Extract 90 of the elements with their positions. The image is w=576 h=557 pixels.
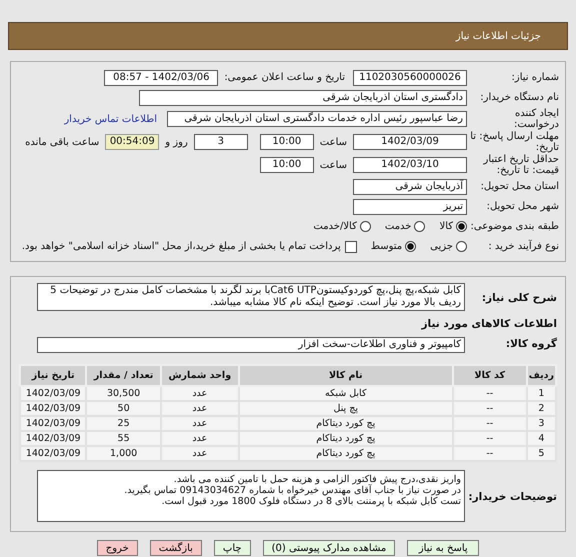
radio-button[interactable] — [456, 221, 467, 232]
column-header: تعداد / مقدار — [86, 365, 161, 386]
action-button[interactable]: بازگشت — [150, 540, 202, 556]
time-label: ساعت — [320, 160, 347, 170]
action-button[interactable]: چاپ — [214, 540, 251, 556]
table-cell: 4 — [526, 431, 556, 446]
table-cell: -- — [452, 446, 527, 461]
days-label: روز و — [165, 136, 188, 148]
action-button[interactable]: خروج — [96, 540, 138, 556]
field-label: توضیحات خریدار: — [467, 492, 557, 503]
column-header: واحد شمارش — [160, 365, 239, 386]
time-label: ساعت — [320, 136, 347, 148]
table-cell: 1 — [526, 386, 556, 401]
goods-group-field: کامپیوتر و فناوری اطلاعات-سخت افزار — [37, 336, 465, 352]
option-label: کالا — [439, 221, 453, 232]
announce-date-field: 1402/03/06 - 08:57 — [104, 70, 218, 86]
field-label: گروه کالا: — [504, 339, 557, 350]
table-cell: 25 — [86, 416, 161, 431]
city-field: تبریز — [353, 198, 467, 214]
field-label: مهلت ارسال پاسخ: تا تاریخ: — [469, 131, 559, 153]
remaining-label: ساعت باقی مانده — [25, 136, 100, 148]
table-cell: پچ کورد دیتاکام — [238, 446, 453, 461]
days-field: 3 — [194, 134, 248, 150]
field-label: شماره نیاز: — [510, 72, 559, 83]
field-label: حداقل تاریخ اعتبار قیمت: تا تاریخ: — [482, 154, 559, 176]
table-cell: -- — [452, 416, 527, 431]
table-cell: 50 — [86, 401, 161, 416]
table-cell: 55 — [86, 431, 161, 446]
checkbox-label: پرداخت تمام یا بخشی از مبلغ خرید،از محل "اسناد خزانه اسلامی" خواهد بود. — [22, 241, 341, 252]
table-cell: 1402/03/09 — [20, 446, 86, 461]
field-label: ایجاد کننده درخواست: — [513, 108, 559, 130]
column-header: کد کالا — [452, 365, 527, 386]
action-button[interactable]: پاسخ به نیاز — [407, 540, 480, 556]
section-heading: اطلاعات کالاهای مورد نیاز — [421, 318, 557, 330]
table-cell: 1,000 — [86, 446, 161, 461]
table-cell: عدد — [160, 431, 239, 446]
summary-field: کابل شبکه،پچ پنل،پچ کوردوکیستونCat6 UTPبا برند لگرند با مشخصات کامل مندرج در توضیحات 5 ردیف بالا مورد نیاز است. توضیح اینکه نام کالا مشابه میباشد. — [37, 283, 465, 311]
field-label: طبقه بندی موضوعی: — [470, 221, 559, 232]
table-cell: 1402/03/09 — [20, 416, 86, 431]
field-label: شهر محل تحویل: — [486, 201, 559, 212]
field-label: نام دستگاه خریدار: — [479, 92, 559, 103]
table-cell: 1402/03/09 — [20, 431, 86, 446]
table-cell: 1402/03/09 — [20, 386, 86, 401]
radio-button[interactable] — [405, 241, 416, 252]
table-cell: عدد — [160, 386, 239, 401]
table-cell: کابل شبکه — [238, 386, 453, 401]
option-label: خدمت — [384, 221, 412, 232]
remaining-time-field: 00:54:09 — [105, 134, 160, 150]
field-label: نوع فرآیند خرید : — [487, 241, 559, 252]
table-cell: عدد — [160, 401, 239, 416]
field-label: استان محل تحویل: — [480, 181, 559, 192]
table-cell: 3 — [526, 416, 556, 431]
time-field: 10:00 — [260, 157, 314, 173]
need-number-field: 1102030560000026 — [353, 70, 467, 86]
time-field: 10:00 — [260, 134, 314, 150]
table-cell: عدد — [160, 416, 239, 431]
table-cell: پچ کورد دیتاکام — [238, 416, 453, 431]
radio-button[interactable] — [456, 241, 467, 252]
note-line: تست کابل شبکه با پرمننت بالای 8 در دستگاه فلوک 1800 مورد قبول است. — [160, 496, 461, 507]
table-cell: 30,500 — [86, 386, 161, 401]
action-button[interactable]: مشاهده مدارک پیوستی (0) — [262, 540, 396, 556]
province-field: آذربایجان شرقی — [353, 178, 467, 194]
column-header: نام کالا — [238, 365, 453, 386]
table-cell: -- — [452, 401, 527, 416]
option-label: جزیی — [430, 241, 453, 252]
date-field: 1402/03/09 — [353, 134, 467, 150]
note-line: در صورت نیاز با جناب آقای مهندس خیرخواه با شماره 09143034627 تماس بگیرید. — [123, 485, 461, 496]
column-header: تاریخ نیاز — [20, 365, 86, 386]
field-label: تاریخ و ساعت اعلان عمومی: — [224, 72, 345, 83]
radio-button[interactable] — [414, 221, 426, 232]
note-line: واریز نقدی،درج پیش فاکتور الزامی و هزینه حمل با تامین کننده می باشد. — [172, 474, 461, 485]
table-cell: پچ پنل — [238, 401, 453, 416]
contact-link[interactable]: اطلاعات تماس خریدار — [64, 114, 157, 124]
table-cell: 2 — [526, 401, 556, 416]
table-cell: 1402/03/09 — [20, 401, 86, 416]
column-header: ردیف — [526, 365, 556, 386]
table-cell: 5 — [526, 446, 556, 461]
date-field: 1402/03/10 — [353, 157, 467, 173]
radio-button[interactable] — [360, 221, 371, 232]
page-title: جزئیات اطلاعات نیاز — [456, 30, 541, 42]
field-label: شرح کلی نیاز: — [480, 293, 557, 304]
table-cell: -- — [452, 386, 527, 401]
table-cell: عدد — [160, 446, 239, 461]
buyer-field: دادگستری استان اذربایجان شرقی — [139, 90, 467, 106]
option-label: کالا/خدمت — [313, 221, 357, 232]
requester-field: رضا عباسپور رئیس اداره خدمات دادگستری استان اذربایجان شرقی — [167, 111, 467, 127]
checkbox[interactable] — [344, 240, 357, 252]
table-cell: -- — [452, 431, 527, 446]
table-cell: پچ کورد دیتاکام — [238, 431, 453, 446]
option-label: متوسط — [370, 241, 402, 252]
